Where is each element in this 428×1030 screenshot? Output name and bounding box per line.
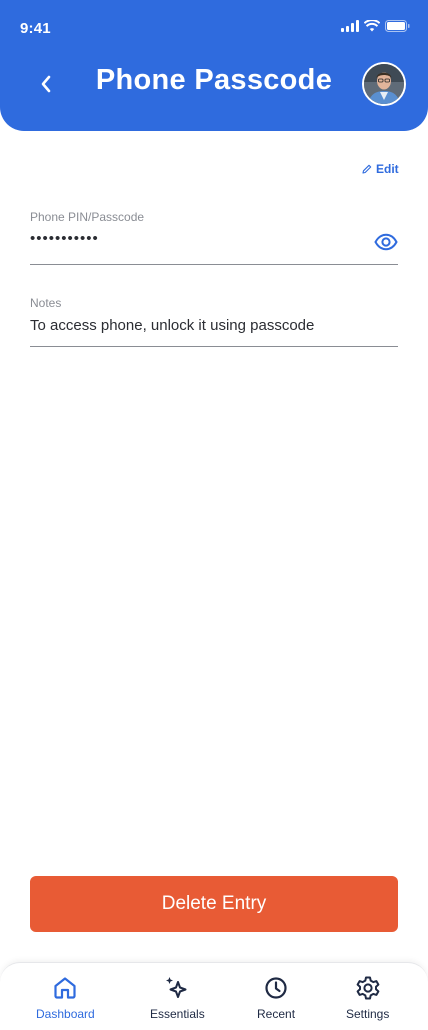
status-time: 9:41 (20, 20, 51, 37)
show-password-button[interactable] (374, 232, 398, 252)
eye-icon (374, 233, 398, 251)
signal-icon (341, 20, 359, 32)
status-icons (341, 20, 410, 32)
pencil-icon (362, 164, 372, 174)
pin-label: Phone PIN/Passcode (30, 210, 145, 224)
notes-label: Notes (30, 296, 62, 310)
notes-value: To access phone, unlock it using passcod… (30, 317, 315, 334)
tab-essentials[interactable]: Essentials (150, 975, 205, 1021)
battery-icon (385, 20, 410, 32)
tab-dashboard[interactable]: Dashboard (36, 975, 95, 1021)
edit-label: Edit (376, 162, 399, 176)
pin-field[interactable]: Phone PIN/Passcode ••••••••••• (30, 210, 398, 265)
app-header: 9:41 Phone Passcode (0, 0, 428, 131)
tab-label: Dashboard (36, 1007, 95, 1021)
tab-label: Recent (257, 1007, 296, 1021)
sparkle-icon (166, 977, 187, 998)
delete-entry-button[interactable]: Delete Entry (30, 876, 398, 932)
avatar[interactable] (362, 62, 406, 106)
clock-icon (265, 977, 287, 999)
tab-label: Essentials (150, 1007, 205, 1021)
wifi-icon (364, 20, 380, 32)
notes-field[interactable]: Notes To access phone, unlock it using p… (30, 296, 398, 347)
bottom-tab-bar: Dashboard Essentials Recent Settings (0, 962, 428, 1030)
gear-icon (356, 976, 380, 1000)
avatar-image (364, 64, 404, 104)
tab-label: Settings (346, 1007, 390, 1021)
edit-button[interactable]: Edit (362, 162, 399, 176)
pin-value: ••••••••••• (30, 230, 99, 247)
tab-recent[interactable]: Recent (257, 975, 295, 1021)
home-icon (54, 977, 76, 999)
tab-settings[interactable]: Settings (346, 975, 389, 1021)
